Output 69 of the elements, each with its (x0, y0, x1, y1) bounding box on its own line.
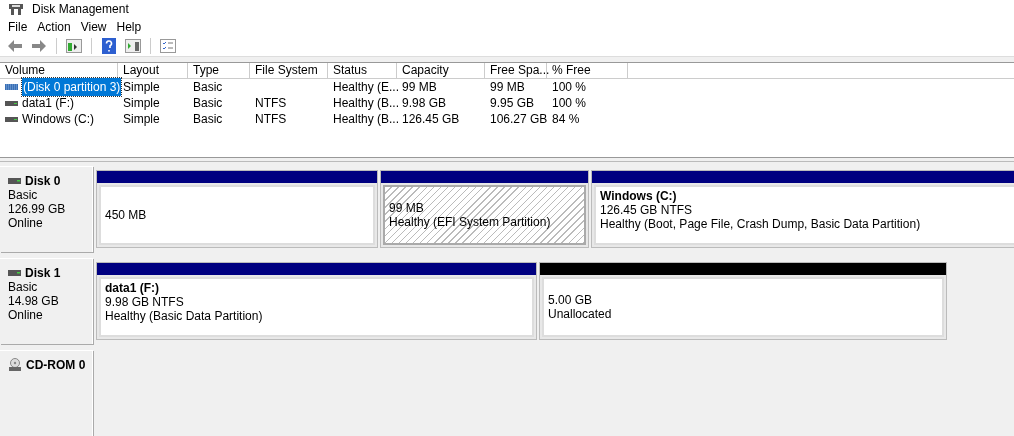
partition-detail: 126.45 GB NTFS (600, 203, 694, 217)
partition-block[interactable]: 99 MB Healthy (EFI System Partition) (380, 170, 589, 248)
table-cell-text: Basic (193, 95, 223, 113)
partition-name: Windows (C:) (600, 189, 678, 203)
partition-block[interactable]: data1 (F:) 9.98 GB NTFS Healthy (Basic Data Partition) (96, 262, 537, 340)
partition-detail: Healthy (Boot, Page File, Crash Dump, Basic Data Partition) (600, 217, 922, 231)
partition-detail: Healthy (EFI System Partition) (389, 215, 552, 229)
table-cell-text: Basic (193, 79, 223, 97)
column-header[interactable]: File System (250, 63, 328, 79)
table-cell-text: Simple (123, 95, 160, 113)
table-cell-text: 84 % (552, 111, 580, 129)
partition-name: data1 (F:) (105, 281, 160, 295)
table-cell-text: 126.45 GB (402, 111, 460, 129)
cd-drive-icon (8, 358, 22, 372)
disk-detail: Basic (8, 280, 39, 294)
menu-item[interactable]: View (75, 18, 112, 36)
table-cell-text: Healthy (B... (333, 95, 400, 113)
column-header[interactable]: Status (328, 63, 397, 79)
table-cell-text: Healthy (E... (333, 79, 400, 97)
volume-icon (5, 84, 18, 91)
disk-info-panel[interactable]: CD-ROM 0 (0, 350, 93, 436)
table-cell-text: NTFS (255, 95, 287, 113)
partition-block[interactable]: 5.00 GB Unallocated (539, 262, 947, 340)
action-pane-button[interactable] (122, 36, 144, 56)
partition-block[interactable]: 450 MB (96, 170, 378, 248)
column-header[interactable]: Type (188, 63, 250, 79)
table-cell-text: 106.27 GB (490, 111, 548, 129)
disk-detail: Online (8, 308, 44, 322)
table-cell-text: 9.98 GB (402, 95, 447, 113)
partition-detail: 99 MB (389, 201, 425, 215)
table-cell-text: 99 MB (490, 79, 525, 97)
disk-name: CD-ROM 0 (26, 358, 86, 372)
disk-detail: Basic (8, 188, 39, 202)
properties-button[interactable] (157, 36, 179, 56)
disk-detail: 126.99 GB (8, 202, 67, 216)
disk-name: Disk 1 (25, 266, 61, 280)
column-header[interactable]: Free Spa... (485, 63, 547, 79)
table-cell-text: NTFS (255, 111, 287, 129)
table-cell-text: Simple (123, 111, 160, 129)
menu-item[interactable]: Help (111, 18, 147, 36)
disk-info-panel[interactable]: Disk 1 Basic 14.98 GB Online (0, 258, 93, 344)
table-cell-text: Basic (193, 111, 223, 129)
table-cell-text: 99 MB (402, 79, 437, 97)
disk-detail: Online (8, 216, 44, 230)
console-tree-button[interactable] (63, 36, 85, 56)
disk-info-panel[interactable]: Disk 0 Basic 126.99 GB Online (0, 166, 93, 252)
disk-detail: 14.98 GB (8, 294, 60, 308)
drive-icon (5, 100, 18, 106)
table-cell[interactable]: (Disk 0 partition 3) (22, 78, 122, 97)
table-cell[interactable]: Windows (C:) (22, 110, 94, 129)
drive-icon (5, 116, 18, 122)
partition-detail: 5.00 GB (548, 293, 594, 307)
table-cell-text: 100 % (552, 95, 587, 113)
table-cell-text: Simple (123, 79, 160, 97)
partition-detail: Unallocated (548, 307, 613, 321)
partition-block[interactable]: Windows (C:) 126.45 GB NTFS Healthy (Boot, Page File, Crash Dump, Basic Data Partition) (591, 170, 1014, 248)
table-cell-text: Healthy (B... (333, 111, 400, 129)
table-cell[interactable]: data1 (F:) (22, 94, 75, 113)
partition-detail: 9.98 GB NTFS (105, 295, 185, 309)
table-cell-text: 100 % (552, 79, 587, 97)
column-header[interactable]: Capacity (397, 63, 485, 79)
disk-name: Disk 0 (25, 174, 61, 188)
app-icon (8, 2, 24, 16)
table-cell-text: 9.95 GB (490, 95, 535, 113)
partition-detail: Healthy (Basic Data Partition) (105, 309, 264, 323)
partition-detail: 450 MB (105, 208, 148, 222)
menu-item[interactable]: Action (32, 18, 76, 36)
menu-item[interactable]: File (3, 18, 33, 36)
window-title: Disk Management (32, 1, 129, 18)
